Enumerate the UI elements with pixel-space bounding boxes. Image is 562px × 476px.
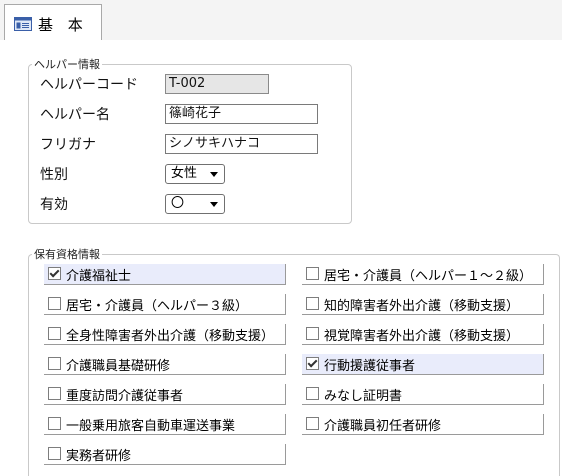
checkbox-unchecked-icon[interactable] [48, 297, 61, 310]
checkbox-unchecked-icon[interactable] [48, 447, 61, 460]
qualification-checkbox[interactable]: 行動援護従事者 [302, 354, 544, 375]
qualification-title: 保有資格情報 [32, 246, 102, 262]
checkbox-unchecked-icon[interactable] [306, 387, 319, 400]
active-value: 〇 [171, 196, 185, 211]
qualification-label: みなし証明書 [324, 389, 403, 404]
checkbox-unchecked-icon[interactable] [48, 327, 61, 340]
checkbox-unchecked-icon[interactable] [306, 267, 319, 280]
kana-field[interactable]: シノサキハナコ [165, 134, 318, 154]
gender-label: 性別 [40, 167, 68, 183]
qualification-checkbox[interactable]: 居宅・介護員（ヘルパー３級） [44, 294, 286, 315]
qualification-checkbox[interactable]: 介護職員初任者研修 [302, 414, 544, 435]
checkbox-unchecked-icon[interactable] [48, 417, 61, 430]
gender-value: 女性 [171, 166, 198, 181]
qualification-checkbox[interactable]: 介護職員基礎研修 [44, 354, 286, 375]
checkbox-unchecked-icon[interactable] [306, 297, 319, 310]
checkbox-checked-icon[interactable] [48, 267, 61, 280]
active-label: 有効 [40, 197, 68, 213]
gender-select[interactable]: 女性 [165, 164, 225, 184]
qualification-label: 重度訪問介護従事者 [66, 389, 184, 404]
active-select[interactable]: 〇 [165, 194, 225, 214]
qualification-label: 居宅・介護員（ヘルパー３級） [66, 299, 249, 314]
qualification-label: 居宅・介護員（ヘルパー１～２級） [324, 269, 533, 284]
qualification-label: 知的障害者外出介護（移動支援） [324, 299, 520, 314]
qualification-label: 一般乗用旅客自動車運送事業 [66, 419, 236, 434]
qualification-label: 介護職員基礎研修 [66, 359, 171, 374]
chevron-down-icon [210, 172, 218, 177]
checkbox-checked-icon[interactable] [306, 357, 319, 370]
checkbox-unchecked-icon[interactable] [48, 387, 61, 400]
qualification-label: 介護福祉士 [66, 269, 132, 284]
form-icon [14, 17, 32, 31]
checkbox-unchecked-icon[interactable] [306, 417, 319, 430]
helper-code-label: ヘルパーコード [40, 77, 138, 93]
qualification-label: 視覚障害者外出介護（移動支援） [324, 329, 520, 344]
qualification-checkbox[interactable]: みなし証明書 [302, 384, 544, 405]
basic-panel: ヘルパー情報 ヘルパーコード T-002 ヘルパー名 篠崎花子 フリガナ シノサ… [0, 40, 562, 476]
qualification-label: 実務者研修 [66, 449, 132, 464]
chevron-down-icon [210, 202, 218, 207]
helper-info-title: ヘルパー情報 [32, 56, 102, 72]
kana-label: フリガナ [40, 137, 96, 153]
helper-code-field: T-002 [165, 74, 269, 94]
tab-basic-label: 基 本 [38, 16, 88, 34]
qualification-checkbox[interactable]: 居宅・介護員（ヘルパー１～２級） [302, 264, 544, 285]
checkbox-unchecked-icon[interactable] [48, 357, 61, 370]
qualification-checkbox[interactable]: 一般乗用旅客自動車運送事業 [44, 414, 286, 435]
checkbox-unchecked-icon[interactable] [306, 327, 319, 340]
qualification-checkbox[interactable]: 視覚障害者外出介護（移動支援） [302, 324, 544, 345]
qualification-checkbox[interactable]: 介護福祉士 [44, 264, 286, 285]
qualification-label: 介護職員初任者研修 [324, 419, 442, 434]
tab-basic[interactable]: 基 本 [4, 4, 102, 40]
qualification-checkbox[interactable]: 全身性障害者外出介護（移動支援） [44, 324, 286, 345]
qualification-checkbox[interactable]: 実務者研修 [44, 444, 286, 465]
tab-strip: 基 本 [0, 0, 562, 41]
qualification-label: 全身性障害者外出介護（移動支援） [66, 329, 275, 344]
qualification-label: 行動援護従事者 [324, 359, 416, 374]
qualification-checkbox[interactable]: 重度訪問介護従事者 [44, 384, 286, 405]
qualification-checkbox[interactable]: 知的障害者外出介護（移動支援） [302, 294, 544, 315]
helper-name-label: ヘルパー名 [40, 107, 110, 123]
helper-name-field[interactable]: 篠崎花子 [165, 104, 318, 124]
